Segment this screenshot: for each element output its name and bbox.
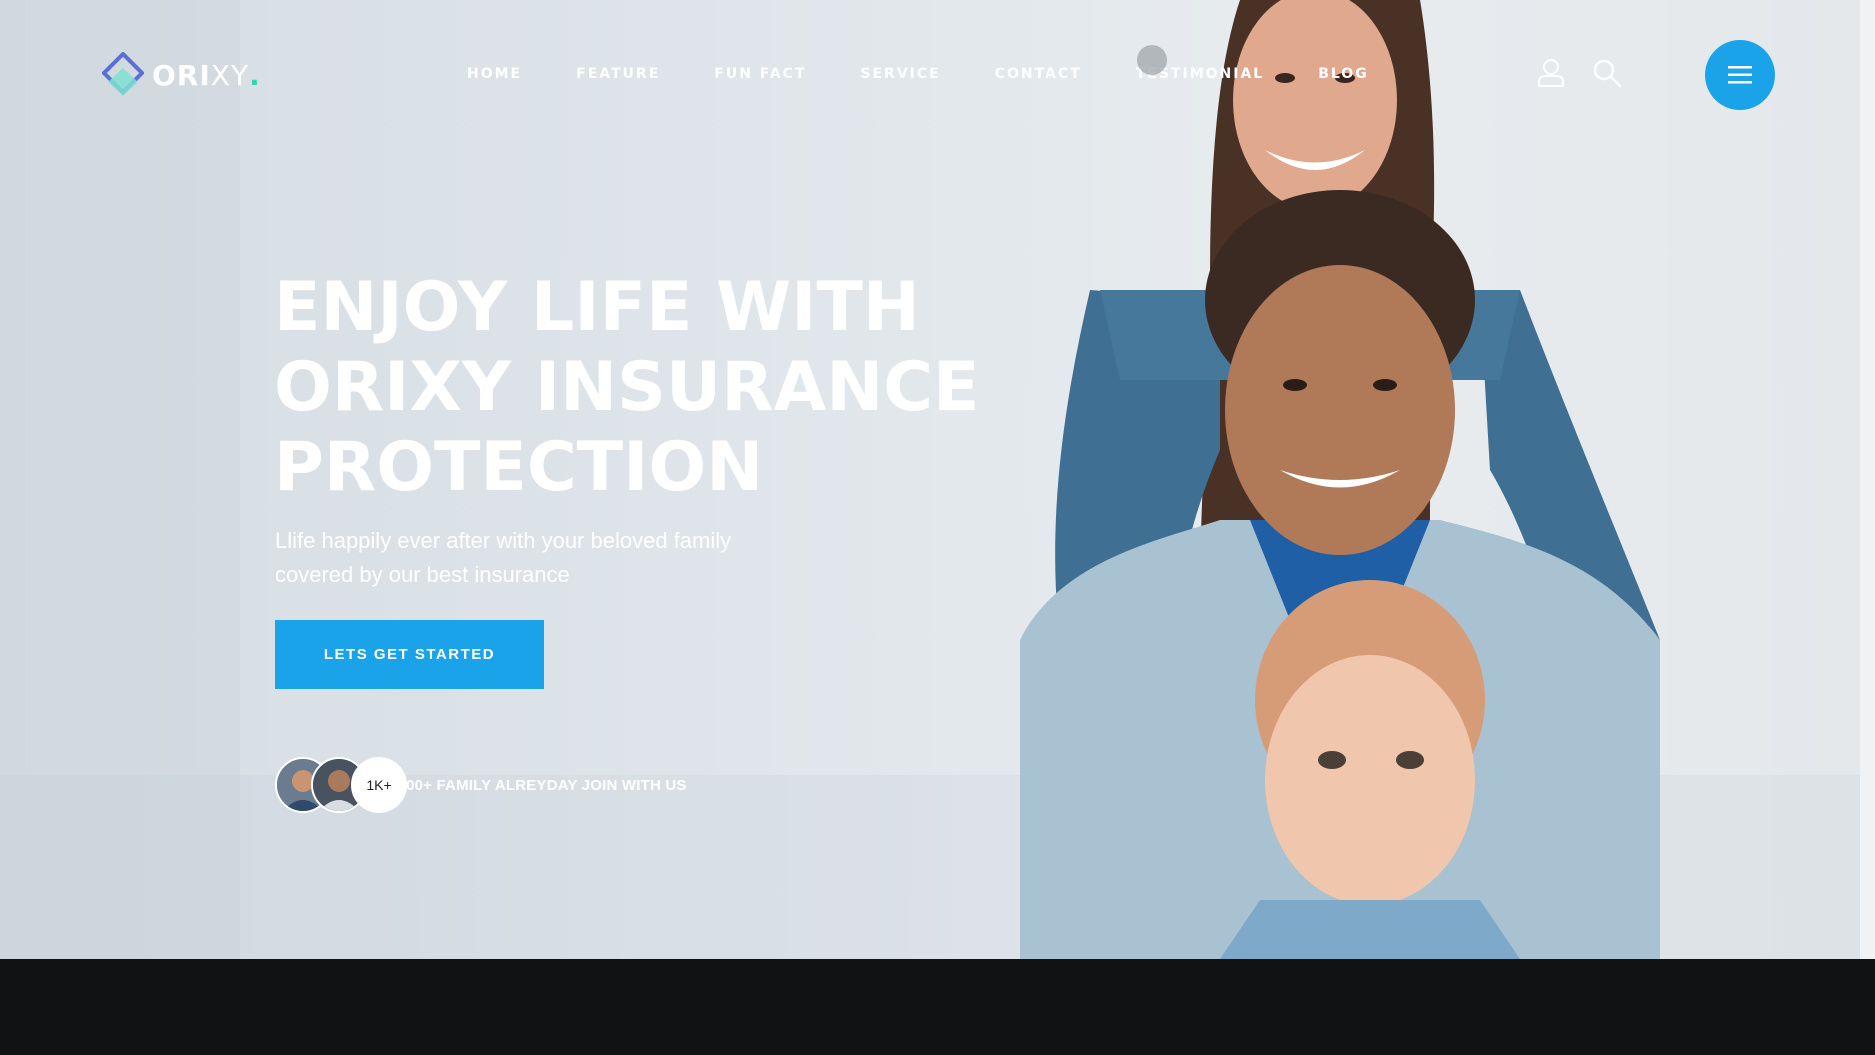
- user-icon[interactable]: [1536, 58, 1566, 88]
- mouse-cursor: [1137, 45, 1167, 75]
- search-icon[interactable]: [1592, 58, 1622, 88]
- brand-logo[interactable]: ORIXY.: [102, 52, 261, 98]
- headline-line: ENJOY LIFE WITH: [274, 268, 920, 347]
- brand-name-thin: XY: [210, 58, 250, 92]
- nav-contact[interactable]: CONTACT: [995, 66, 1082, 82]
- nav-home[interactable]: HOME: [467, 66, 522, 82]
- social-proof: 1K+ 1000+ FAMILY ALREYDAY JOIN WITH US: [275, 757, 687, 813]
- hero-subtext: Llife happily ever after with your belov…: [275, 528, 732, 587]
- headline-line: ORIXY INSURANCE: [274, 348, 980, 427]
- members-text: 1000+ FAMILY ALREYDAY JOIN WITH US: [389, 776, 687, 794]
- brand-name-bold: ORI: [152, 58, 211, 92]
- hamburger-menu-button[interactable]: [1705, 40, 1775, 110]
- hamburger-menu-icon: [1728, 66, 1752, 84]
- get-started-button[interactable]: LETS GET STARTED: [275, 620, 544, 689]
- brand-dot: .: [249, 58, 261, 92]
- main-nav: HOME FEATURE FUN FACT SERVICE CONTACT TE…: [467, 66, 1423, 82]
- nav-blog[interactable]: BLOG: [1318, 66, 1369, 82]
- nav-service[interactable]: SERVICE: [860, 66, 940, 82]
- nav-fun-fact[interactable]: FUN FACT: [714, 66, 806, 82]
- family-photo: [1020, 0, 1660, 959]
- nav-feature[interactable]: FEATURE: [576, 66, 660, 82]
- member-count-badge: 1K+: [351, 757, 407, 813]
- logo-diamond-icon: [102, 52, 144, 96]
- headline-line: PROTECTION: [274, 428, 764, 507]
- member-avatars: 1K+: [275, 757, 407, 813]
- hero-headline: ENJOY LIFE WITH ORIXY INSURANCE PROTECTI…: [274, 268, 980, 508]
- hero-section: ORIXY. HOME FEATURE FUN FACT SERVICE CON…: [0, 0, 1860, 959]
- scrollbar[interactable]: [1860, 0, 1875, 959]
